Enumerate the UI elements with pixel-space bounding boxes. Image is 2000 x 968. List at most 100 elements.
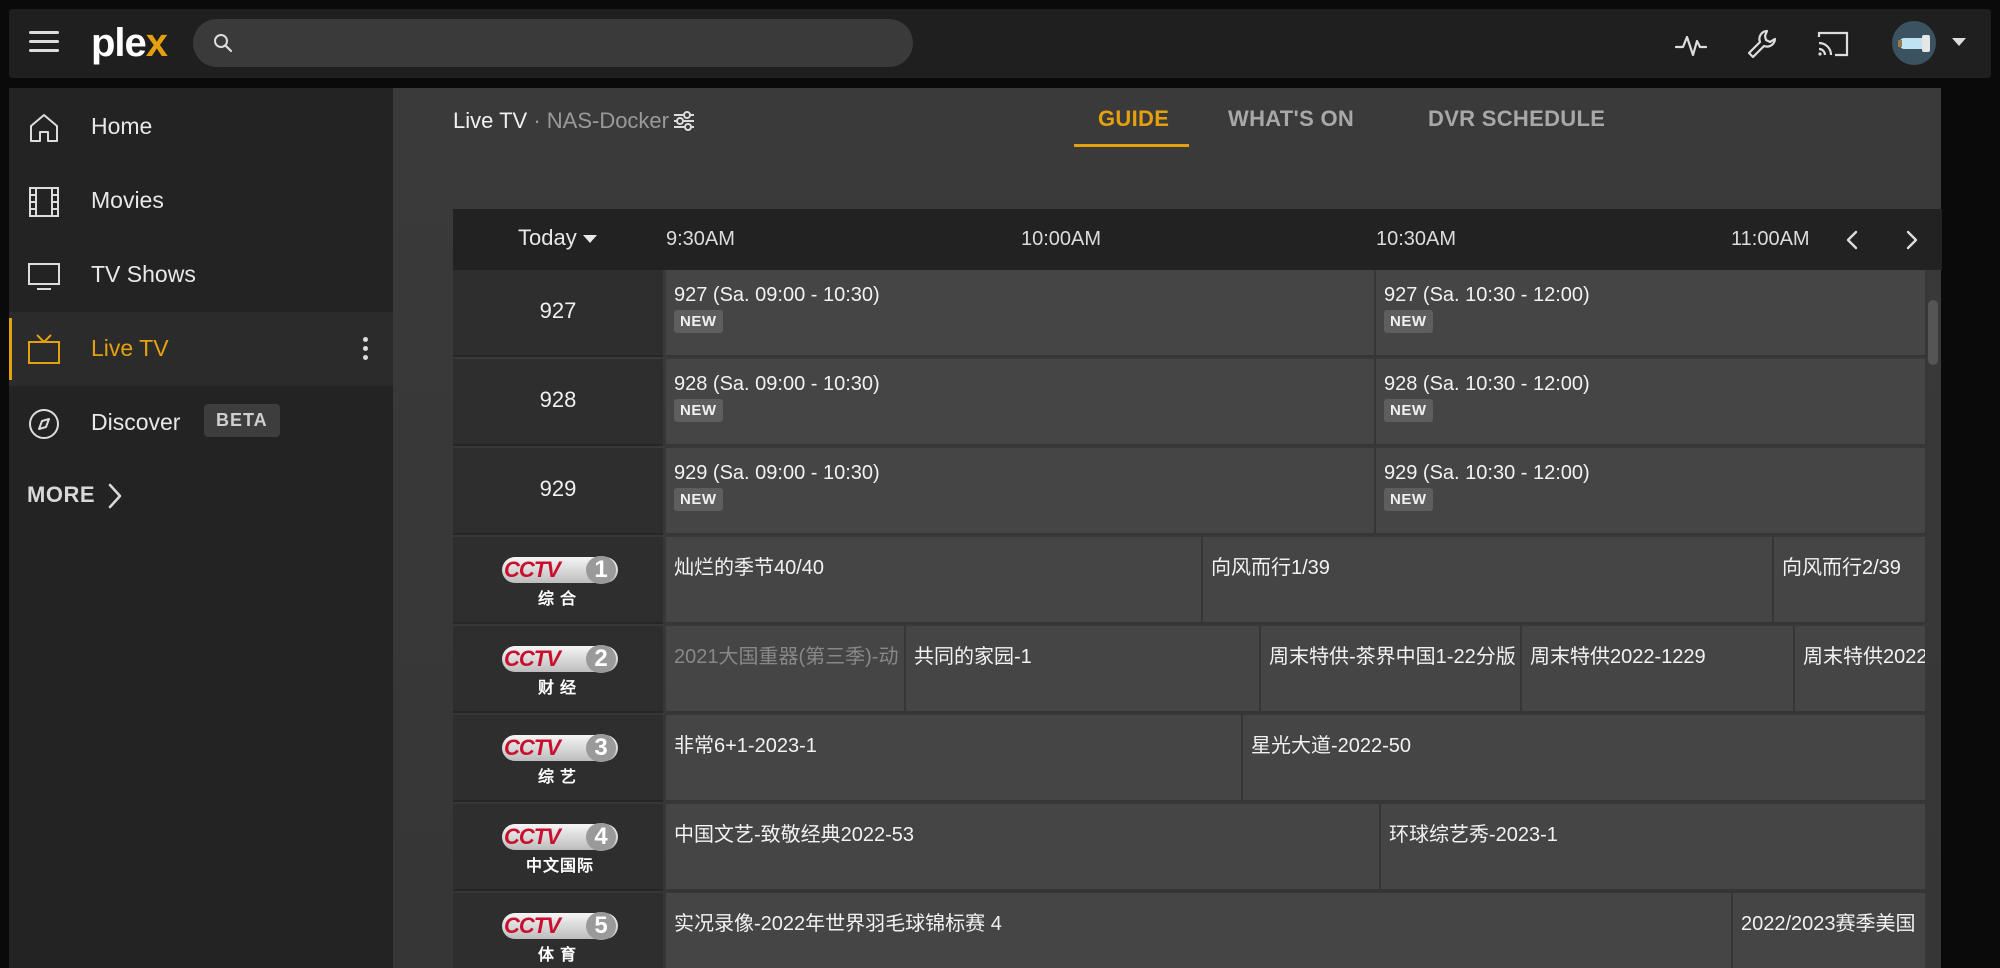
- program-cell[interactable]: 实况录像-2022年世界羽毛球锦标赛 4: [666, 893, 1733, 968]
- program-cell[interactable]: 2022/2023赛季美国: [1733, 893, 1927, 968]
- cctv-channel-num: 1: [586, 556, 616, 584]
- program-cell[interactable]: 星光大道-2022-50: [1243, 715, 1927, 802]
- channel-row[interactable]: CCTV 5 体育: [453, 893, 663, 968]
- monitor-icon: [28, 263, 60, 290]
- more-label: MORE: [27, 482, 95, 507]
- channel-row[interactable]: 927: [453, 270, 663, 357]
- program-title: 灿烂的季节40/40: [674, 557, 825, 579]
- time-label: 10:30AM: [1376, 228, 1457, 250]
- channel-row[interactable]: CCTV 4 中文国际: [453, 804, 663, 891]
- channel-row[interactable]: CCTV 1 综合: [453, 537, 663, 624]
- program-row: 非常6+1-2023-1 星光大道-2022-50: [666, 715, 1927, 802]
- program-title: 928 (Sa. 10:30 - 12:00): [1384, 373, 1590, 395]
- channel-list: 927 928 929 CCTV 1 综合 CCTV 2 财经 CCTV 3 综艺 CCTV…: [453, 270, 663, 968]
- channel-row[interactable]: 929: [453, 448, 663, 535]
- cctv-channel-sub: 综艺: [537, 769, 582, 786]
- channel-row[interactable]: 928: [453, 359, 663, 446]
- cctv-channel-num: 5: [586, 912, 616, 940]
- channel-number: 927: [539, 298, 577, 323]
- cast-icon[interactable]: [1816, 27, 1850, 61]
- cctv-channel-num: 2: [586, 645, 616, 673]
- chevron-down-icon[interactable]: [1952, 38, 1966, 46]
- active-indicator: [9, 318, 12, 380]
- program-cell[interactable]: 向风而行2/39: [1774, 537, 1927, 624]
- program-cell[interactable]: 灿烂的季节40/40: [666, 537, 1203, 624]
- program-row: 2021大国重器(第三季)-动 共同的家园-1 周末特供-茶界中国1-22分版 …: [666, 626, 1927, 713]
- sidebar-item-label: Home: [91, 113, 153, 139]
- new-badge: NEW: [1384, 399, 1433, 422]
- program-cell[interactable]: 2021大国重器(第三季)-动: [666, 626, 906, 713]
- activity-icon[interactable]: [1674, 27, 1708, 61]
- more-options-icon[interactable]: [363, 337, 371, 361]
- sidebar-item-home[interactable]: Home: [9, 90, 393, 164]
- search-input[interactable]: [245, 19, 885, 67]
- program-cell[interactable]: 929 (Sa. 09:00 - 10:30) NEW: [666, 448, 1376, 535]
- program-title: 共同的家园-1: [914, 646, 1032, 668]
- main-content: Live TV · NAS-Docker GUIDE WHAT'S ON DVR…: [393, 88, 1942, 968]
- breadcrumb: Live TV · NAS-Docker: [453, 108, 669, 134]
- tab-dvr-schedule[interactable]: DVR SCHEDULE: [1428, 106, 1605, 132]
- day-selector[interactable]: Today: [518, 225, 597, 251]
- program-title: 927 (Sa. 10:30 - 12:00): [1384, 284, 1590, 306]
- channel-row[interactable]: CCTV 2 财经: [453, 626, 663, 713]
- program-row: 灿烂的季节40/40 向风而行1/39 向风而行2/39: [666, 537, 1927, 624]
- program-cell[interactable]: 中国文艺-致敬经典2022-53: [666, 804, 1381, 891]
- program-cell[interactable]: 928 (Sa. 10:30 - 12:00) NEW: [1376, 359, 1927, 446]
- program-cell[interactable]: 共同的家园-1: [906, 626, 1261, 713]
- sidebar-item-label: Discover: [91, 409, 181, 435]
- chevron-right-icon[interactable]: [1898, 227, 1924, 253]
- sidebar-item-discover[interactable]: Discover BETA: [9, 386, 393, 460]
- breadcrumb-section: Live TV: [453, 108, 528, 133]
- program-cell[interactable]: 928 (Sa. 09:00 - 10:30) NEW: [666, 359, 1376, 446]
- guide-header: Today 9:30AM 10:00AM 10:30AM 11:00AM: [453, 209, 1942, 270]
- cctv-channel-num: 3: [586, 734, 616, 762]
- scrollbar-thumb[interactable]: [1928, 300, 1938, 365]
- program-title: 环球综艺秀-2023-1: [1389, 824, 1558, 846]
- tab-whats-on[interactable]: WHAT'S ON: [1228, 106, 1354, 132]
- channel-number: 929: [539, 476, 577, 501]
- tab-guide[interactable]: GUIDE: [1098, 106, 1169, 132]
- search-bar[interactable]: [193, 19, 913, 67]
- menu-icon[interactable]: [29, 31, 59, 55]
- chevron-left-icon[interactable]: [1840, 227, 1866, 253]
- program-cell[interactable]: 927 (Sa. 10:30 - 12:00) NEW: [1376, 270, 1927, 357]
- program-cell[interactable]: 非常6+1-2023-1: [666, 715, 1243, 802]
- cctv-channel-sub: 财经: [537, 680, 582, 697]
- program-title: 929 (Sa. 10:30 - 12:00): [1384, 462, 1590, 484]
- program-title: 2022/2023赛季美国: [1741, 913, 1916, 935]
- channel-row[interactable]: CCTV 3 综艺: [453, 715, 663, 802]
- program-title: 向风而行2/39: [1782, 557, 1901, 579]
- program-title: 929 (Sa. 09:00 - 10:30): [674, 462, 880, 484]
- sidebar-item-label: Movies: [91, 187, 164, 213]
- cctv5-logo: CCTV 5 体育: [502, 912, 618, 964]
- user-avatar[interactable]: [1892, 21, 1936, 65]
- program-cell[interactable]: 环球综艺秀-2023-1: [1381, 804, 1927, 891]
- sidebar-item-live-tv[interactable]: Live TV: [9, 312, 393, 386]
- program-cell[interactable]: 周末特供2022: [1795, 626, 1927, 713]
- day-label: Today: [518, 225, 577, 250]
- breadcrumb-server: · NAS-Docker: [533, 108, 669, 133]
- program-cell[interactable]: 927 (Sa. 09:00 - 10:30) NEW: [666, 270, 1376, 357]
- program-cell[interactable]: 向风而行1/39: [1203, 537, 1774, 624]
- program-cell[interactable]: 929 (Sa. 10:30 - 12:00) NEW: [1376, 448, 1927, 535]
- program-title: 927 (Sa. 09:00 - 10:30): [674, 284, 880, 306]
- cctv1-logo: CCTV 1 综合: [502, 556, 618, 608]
- filter-settings-icon[interactable]: [671, 108, 697, 134]
- sidebar-item-movies[interactable]: Movies: [9, 164, 393, 238]
- beta-badge: BETA: [204, 404, 280, 437]
- avatar-image-icon: [1898, 35, 1930, 52]
- program-cell[interactable]: 周末特供-茶界中国1-22分版: [1261, 626, 1522, 713]
- sidebar-item-tv-shows[interactable]: TV Shows: [9, 238, 393, 312]
- new-badge: NEW: [674, 399, 723, 422]
- new-badge: NEW: [1384, 310, 1433, 333]
- plex-logo[interactable]: plex: [91, 21, 168, 66]
- more-button[interactable]: MORE: [27, 482, 122, 509]
- cctv-channel-sub: 体育: [537, 947, 582, 964]
- program-title: 928 (Sa. 09:00 - 10:30): [674, 373, 880, 395]
- settings-wrench-icon[interactable]: [1745, 27, 1779, 61]
- program-cell[interactable]: 周末特供2022-1229: [1522, 626, 1795, 713]
- program-grid: 927 (Sa. 09:00 - 10:30) NEW 927 (Sa. 10:3…: [666, 270, 1927, 968]
- channel-number: 928: [539, 387, 577, 412]
- program-row: 929 (Sa. 09:00 - 10:30) NEW 929 (Sa. 10:3…: [666, 448, 1927, 535]
- sidebar-item-label: TV Shows: [91, 261, 196, 287]
